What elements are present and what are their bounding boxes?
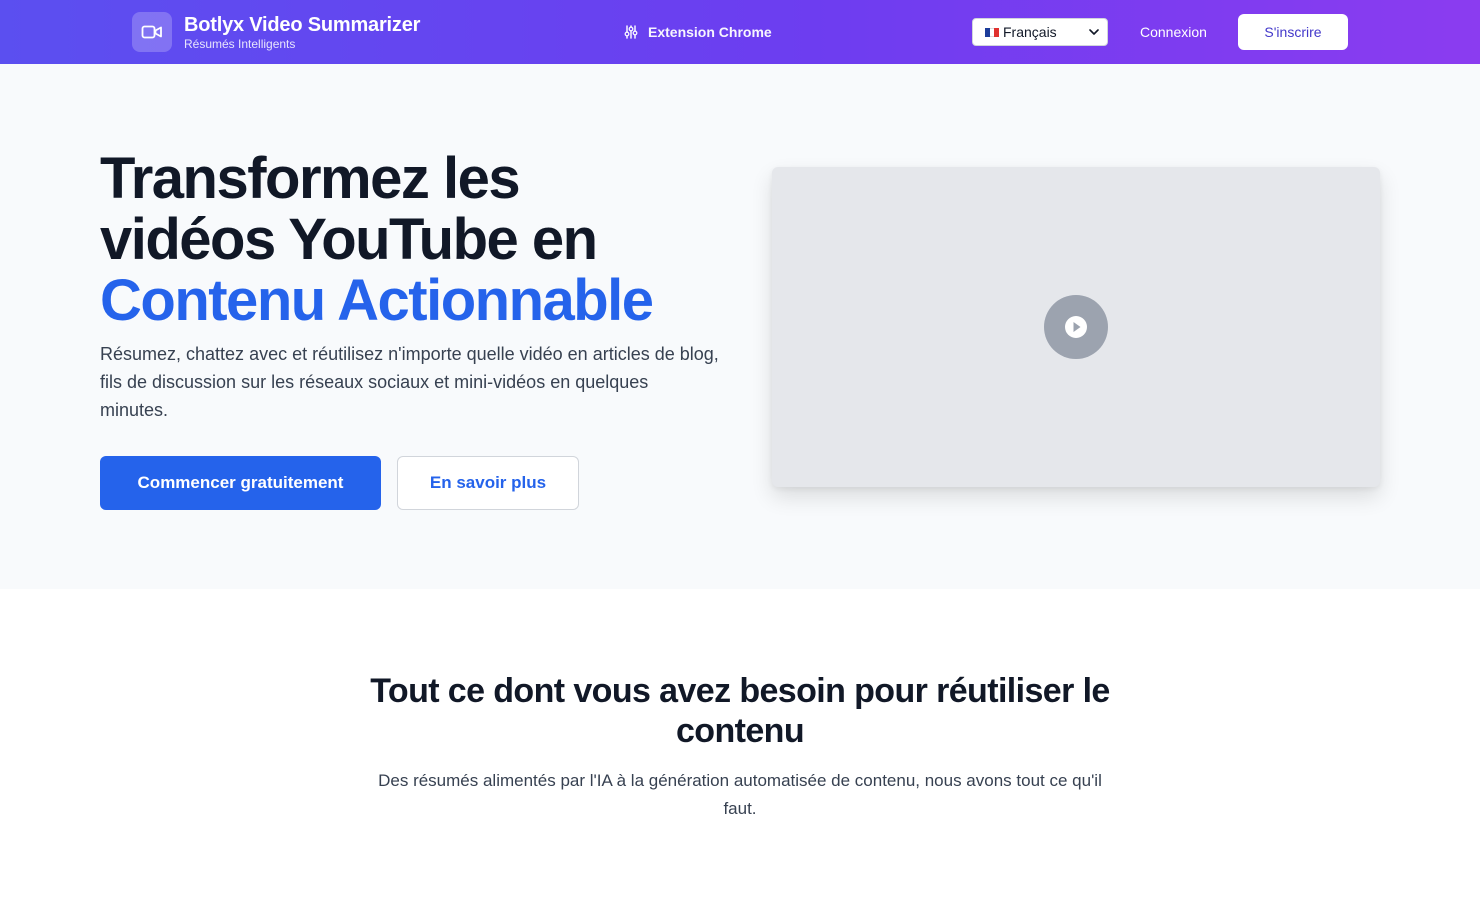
play-icon[interactable] — [1044, 295, 1108, 359]
hero-title-line-1: Transformez les — [100, 146, 521, 211]
brand-logo[interactable]: Botlyx Video Summarizer Résumés Intellig… — [132, 12, 420, 52]
brand-title: Botlyx Video Summarizer — [184, 14, 421, 36]
chevron-down-icon — [1089, 29, 1099, 35]
hero-section: Transformez les vidéos YouTube en Conten… — [0, 64, 1480, 589]
france-flag-icon — [985, 27, 1000, 37]
signup-button[interactable]: S'inscrire — [1238, 14, 1348, 50]
features-title: Tout ce dont vous avez besoin pour réuti… — [370, 672, 1110, 750]
brand-subtitle: Résumés Intelligents — [184, 37, 296, 51]
features-section: Tout ce dont vous avez besoin pour réuti… — [0, 589, 1480, 900]
puzzle-icon — [624, 25, 638, 39]
video-placeholder[interactable] — [772, 167, 1380, 487]
hero-title: Transformez les vidéos YouTube en Conten… — [100, 148, 740, 331]
hero-title-accent: Contenu Actionnable — [100, 268, 654, 333]
start-free-button[interactable]: Commencer gratuitement — [100, 456, 381, 510]
learn-more-button[interactable]: En savoir plus — [397, 456, 579, 510]
chrome-extension-label: Extension Chrome — [648, 24, 772, 40]
features-description: Des résumés alimentés par l'IA à la géné… — [378, 771, 1102, 818]
language-selected-value: Français — [1003, 24, 1057, 40]
login-link[interactable]: Connexion — [1140, 22, 1207, 42]
language-select[interactable]: Français — [972, 18, 1108, 46]
video-camera-icon — [132, 12, 172, 52]
top-navbar: Botlyx Video Summarizer Résumés Intellig… — [0, 0, 1480, 64]
hero-title-line-2: vidéos YouTube en — [100, 207, 598, 272]
hero-description: Résumez, chattez avec et réutilisez n'im… — [100, 344, 719, 420]
chrome-extension-link[interactable]: Extension Chrome — [624, 22, 772, 42]
